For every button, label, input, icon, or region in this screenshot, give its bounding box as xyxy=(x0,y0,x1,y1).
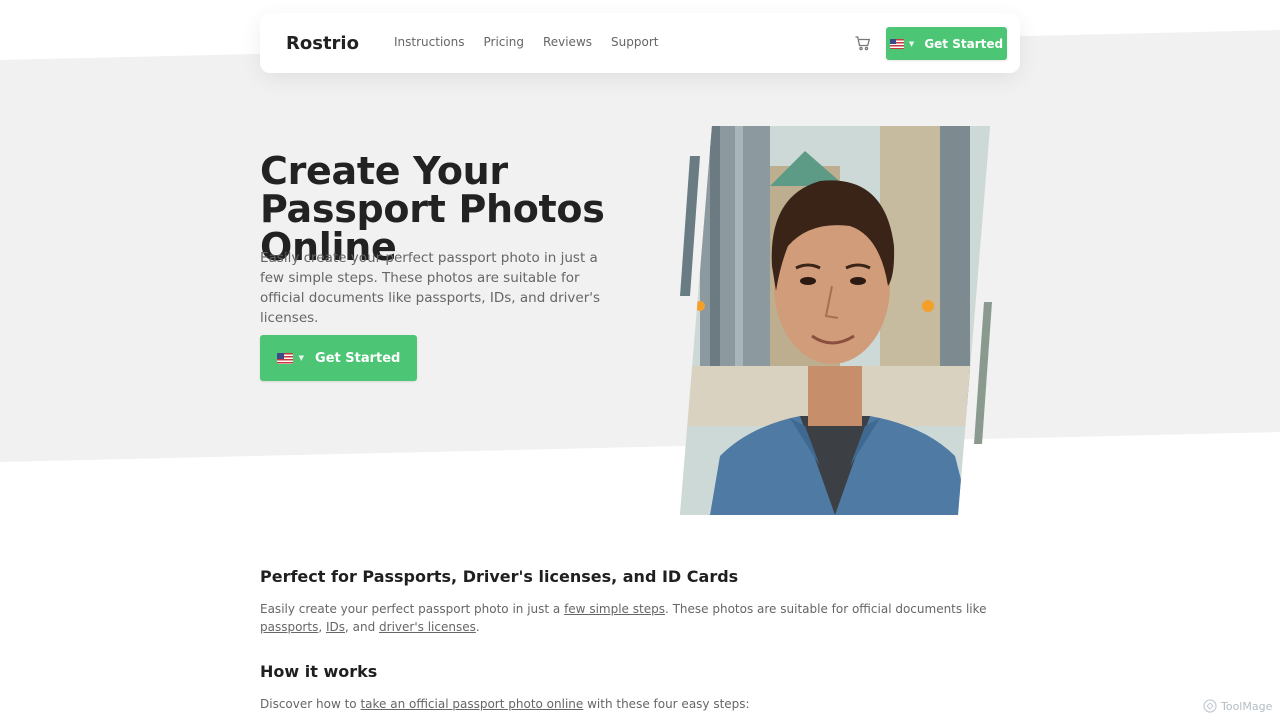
link-ids[interactable]: IDs xyxy=(326,620,345,634)
chevron-down-icon: ▼ xyxy=(298,354,305,362)
paragraph-text: with these four easy steps: xyxy=(583,697,750,711)
hero-image xyxy=(680,126,992,515)
link-passports[interactable]: passports xyxy=(260,620,318,634)
link-take-official-photo[interactable]: take an official passport photo online xyxy=(360,697,583,711)
hero-get-started-button[interactable]: ▼ Get Started xyxy=(260,335,417,381)
link-few-simple-steps[interactable]: few simple steps xyxy=(564,602,665,616)
nav-link-instructions[interactable]: Instructions xyxy=(394,35,464,49)
top-navbar: Rostrio Instructions Pricing Reviews Sup… xyxy=(260,13,1020,73)
nav-link-pricing[interactable]: Pricing xyxy=(483,35,523,49)
watermark: ToolMage xyxy=(1203,699,1272,713)
paragraph-text: . These photos are suitable for official… xyxy=(664,602,987,616)
paragraph-text: . xyxy=(475,620,480,634)
portrait-photo xyxy=(680,126,990,515)
cart-icon[interactable] xyxy=(854,34,872,52)
nav-get-started-label: Get Started xyxy=(924,36,1004,51)
nav-link-support[interactable]: Support xyxy=(611,35,658,49)
decorative-stripe xyxy=(974,302,992,444)
nav-links: Instructions Pricing Reviews Support xyxy=(394,35,658,49)
section-title-perfect-for: Perfect for Passports, Driver's licenses… xyxy=(260,567,739,586)
paragraph-text: , and xyxy=(345,620,380,634)
toolmage-logo-icon xyxy=(1203,699,1217,713)
section-title-how-it-works: How it works xyxy=(260,662,378,681)
section-paragraph-perfect-for: Easily create your perfect passport phot… xyxy=(260,600,1020,636)
link-drivers-licenses[interactable]: driver's licenses xyxy=(379,620,476,634)
us-flag-icon xyxy=(889,38,904,49)
decorative-stripe xyxy=(680,156,700,296)
paragraph-text: Easily create your perfect passport phot… xyxy=(260,602,565,616)
paragraph-text: Discover how to xyxy=(260,697,361,711)
nav-link-reviews[interactable]: Reviews xyxy=(543,35,592,49)
watermark-label: ToolMage xyxy=(1221,699,1273,713)
section-paragraph-how-it-works: Discover how to take an official passpor… xyxy=(260,695,1020,713)
hero-get-started-label: Get Started xyxy=(315,350,401,366)
hero-description: Easily create your perfect passport phot… xyxy=(260,250,601,326)
chevron-down-icon: ▼ xyxy=(908,39,915,48)
paragraph-text: , xyxy=(318,620,326,634)
us-flag-icon xyxy=(276,352,293,364)
nav-get-started-button[interactable]: ▼ Get Started xyxy=(886,27,1007,60)
logo[interactable]: Rostrio xyxy=(286,33,359,54)
